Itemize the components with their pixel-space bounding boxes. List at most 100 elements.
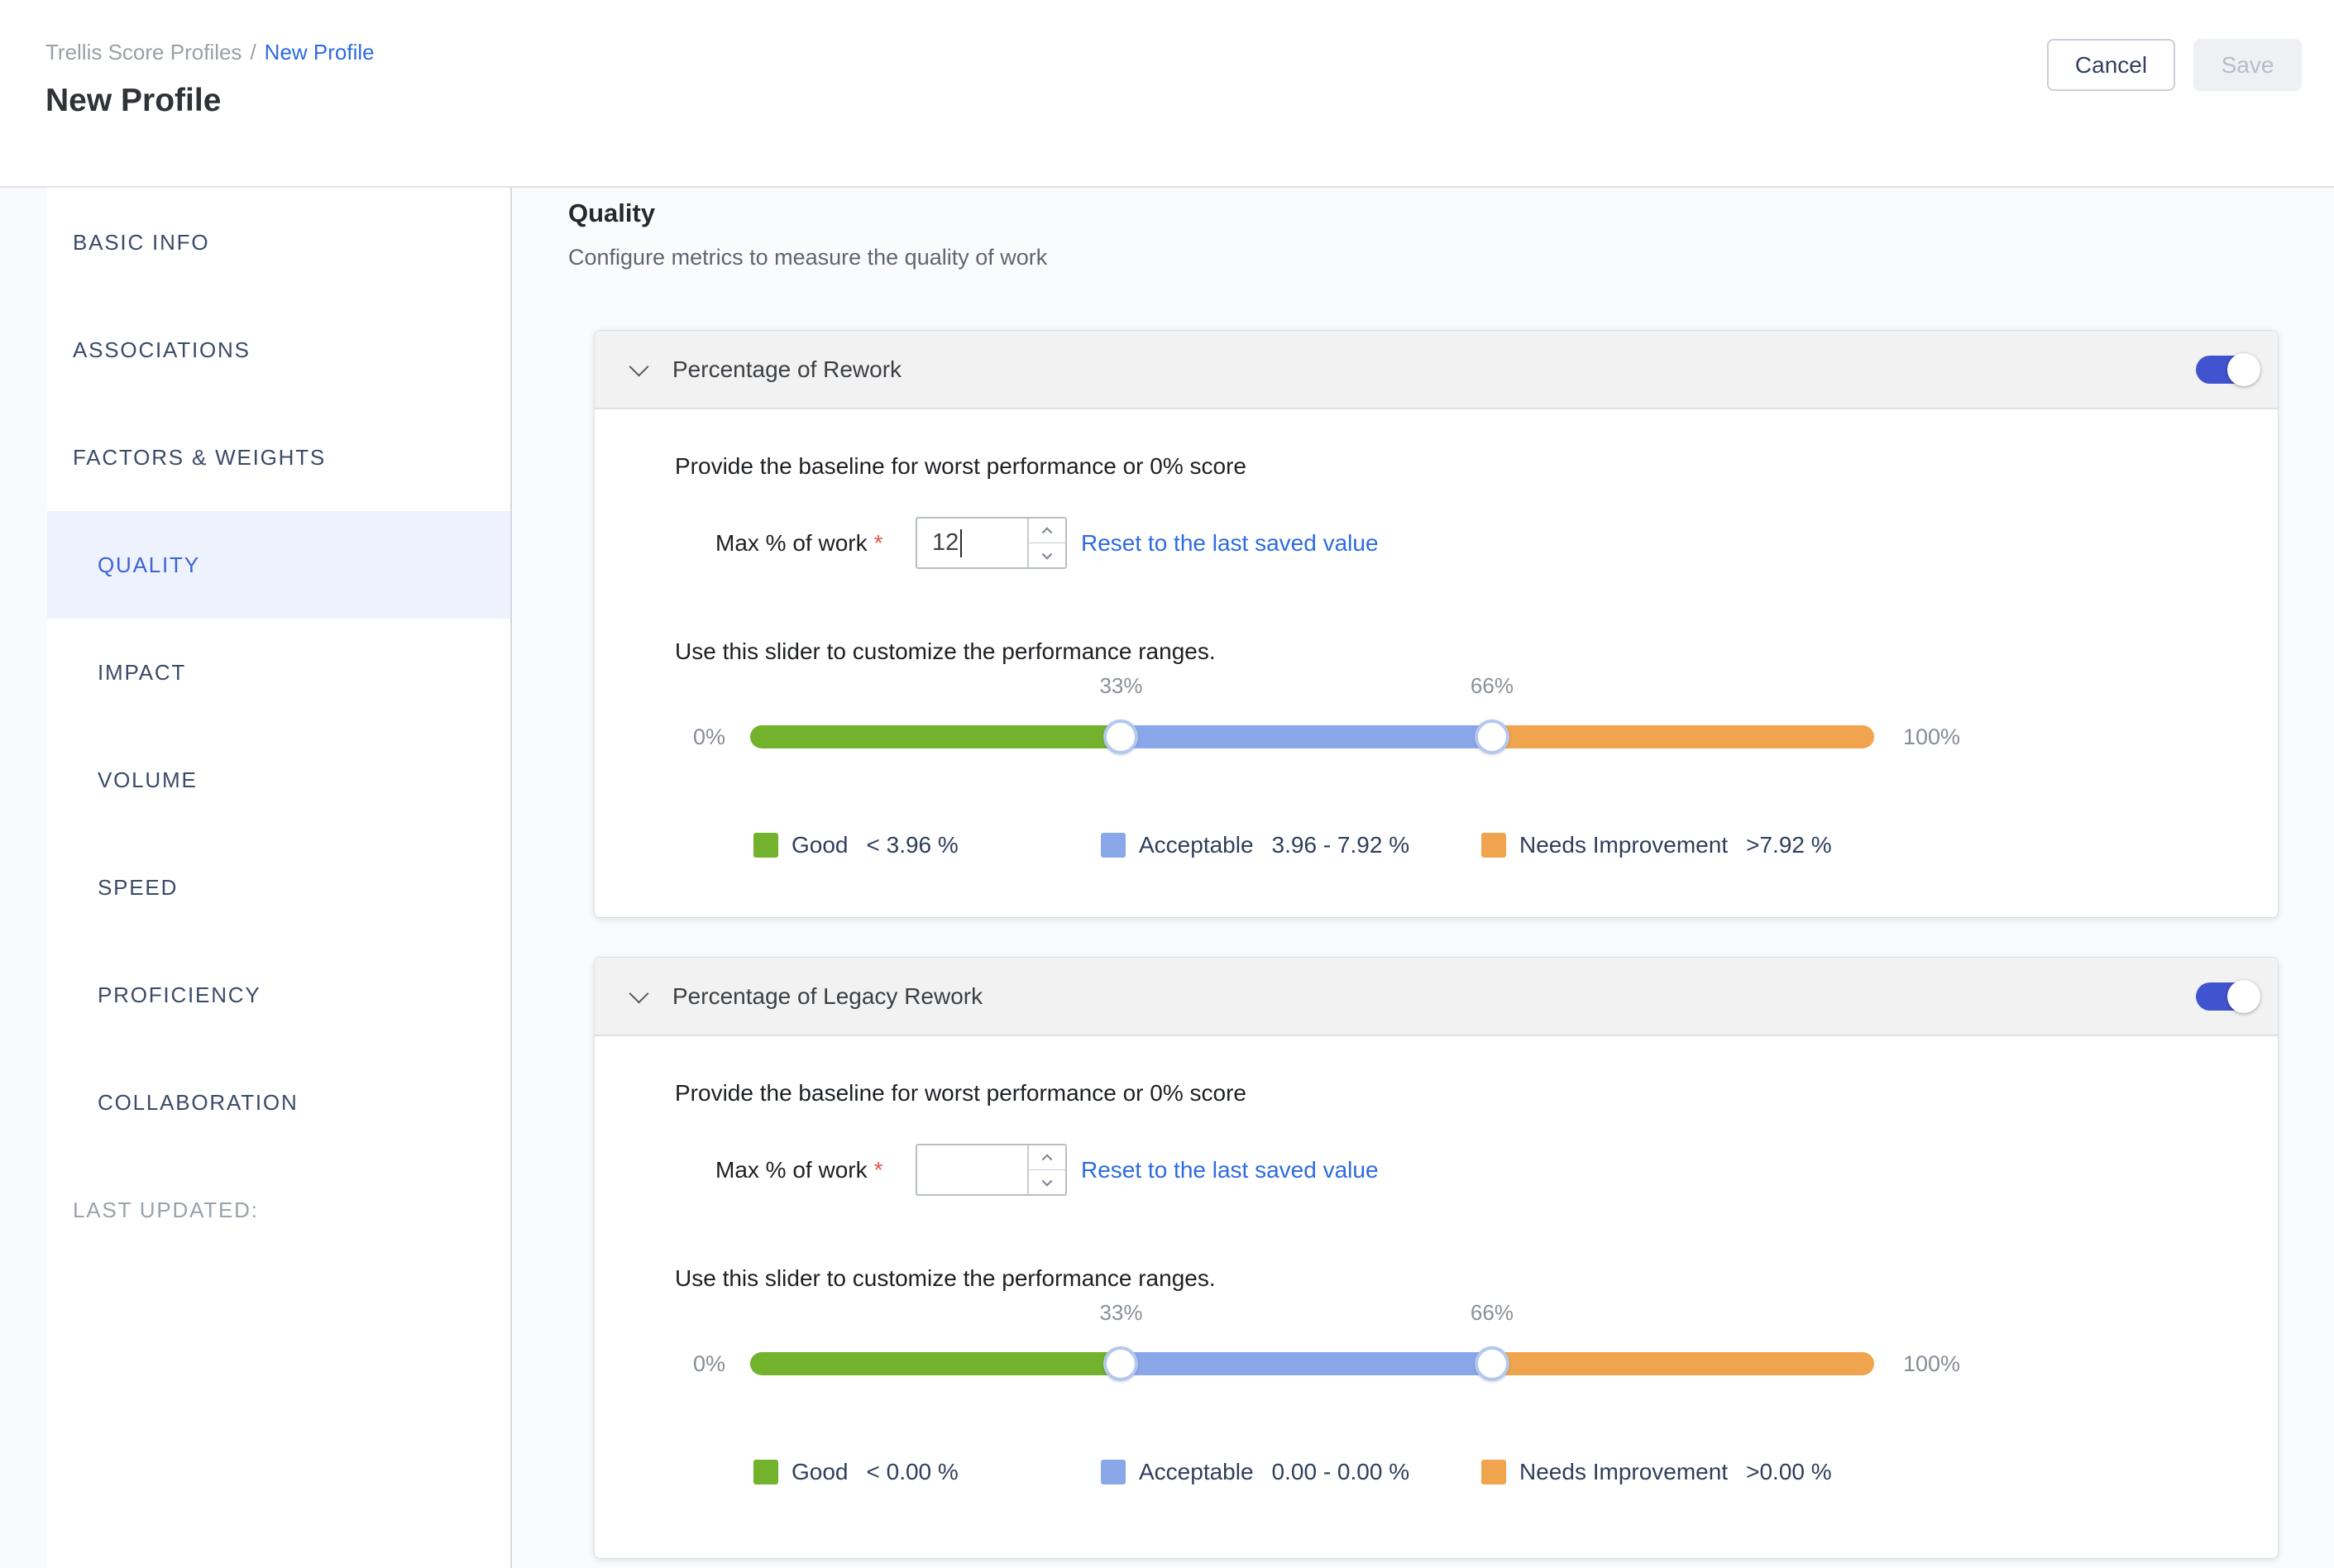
sidebar-item-text: FACTORS & WEIGHTS (73, 445, 326, 471)
reset-last-saved-link[interactable]: Reset to the last saved value (1081, 517, 1379, 569)
spinner-up-button[interactable] (1029, 519, 1065, 543)
sidebar-item-quality[interactable]: QUALITY (47, 511, 510, 619)
legend-name: Needs Improvement (1519, 832, 1728, 858)
legend-item: Good < 0.00 % (753, 1459, 1101, 1485)
slider-min-label: 0% (644, 725, 725, 748)
legend-color-swatch (753, 833, 778, 858)
slider-segment-acceptable (1121, 725, 1491, 748)
chevron-up-icon (1042, 527, 1053, 538)
legend-name: Needs Improvement (1519, 1459, 1728, 1485)
sidebar-item-text: LAST UPDATED: (73, 1198, 259, 1223)
sidebar-item-impact[interactable]: IMPACT (47, 619, 510, 726)
slider-handle-1[interactable] (1103, 719, 1138, 754)
header-actions: Cancel Save (2047, 39, 2302, 91)
left-gutter (0, 188, 47, 1568)
legend-item: Needs Improvement >0.00 % (1481, 1459, 1832, 1485)
slider-segment-good (750, 1352, 1121, 1375)
slider-handle1-label: 33% (1099, 673, 1142, 699)
sidebar-item-factors-weights[interactable]: FACTORS & WEIGHTS (47, 404, 510, 511)
cancel-button[interactable]: Cancel (2047, 39, 2175, 91)
legend-name: Good (792, 832, 849, 858)
sidebar-item-text: SPEED (98, 875, 178, 901)
max-percent-label: Max % of work* (715, 1144, 883, 1196)
sidebar-item-collaboration[interactable]: COLLABORATION (47, 1049, 510, 1156)
legend-range-value: 0.00 - 0.00 % (1272, 1459, 1410, 1485)
sidebar-item-text: IMPACT (98, 660, 186, 686)
metric-enabled-toggle[interactable] (2196, 982, 2257, 1011)
performance-legend: Good < 3.96 % Acceptable 3.96 - 7.92 % N… (753, 832, 1832, 858)
sidebar-nav-list: BASIC INFO ASSOCIATIONS FACTORS & WEIGHTS Q… (47, 188, 510, 1264)
slider-max-label: 100% (1903, 725, 1960, 748)
slider-handle2-label: 66% (1471, 1300, 1514, 1326)
sidebar-item-text: ASSOCIATIONS (73, 337, 251, 363)
slider-handle-1[interactable] (1103, 1346, 1138, 1381)
sidebar-item-basic-info[interactable]: BASIC INFO (47, 189, 510, 296)
legend-range-value: < 3.96 % (867, 832, 959, 858)
legend-item: Good < 3.96 % (753, 832, 1101, 858)
legend-range-value: >7.92 % (1746, 832, 1832, 858)
save-button[interactable]: Save (2193, 39, 2302, 91)
breadcrumb-root-link[interactable]: Trellis Score Profiles (45, 40, 242, 65)
sidebar-item-text: PROFICIENCY (98, 982, 261, 1008)
legend-color-swatch (1101, 833, 1126, 858)
legend-name: Acceptable (1139, 832, 1254, 858)
sidebar-item-speed[interactable]: SPEED (47, 834, 510, 941)
section-subtitle: Configure metrics to measure the quality… (568, 245, 1047, 270)
max-percent-input[interactable] (916, 1144, 1067, 1196)
max-percent-input[interactable]: 12 (916, 517, 1067, 569)
sidebar-item-proficiency[interactable]: PROFICIENCY (47, 941, 510, 1049)
performance-range-slider-track (750, 725, 1874, 748)
slider-handle2-label: 66% (1471, 673, 1514, 699)
reset-last-saved-link[interactable]: Reset to the last saved value (1081, 1144, 1379, 1196)
metric-card-header[interactable]: Percentage of Legacy Rework (595, 958, 2278, 1036)
slider-caption: Use this slider to customize the perform… (675, 1265, 1216, 1292)
required-asterisk: * (874, 530, 883, 556)
slider-handle-2[interactable] (1475, 1346, 1509, 1381)
slider-segment-needs-improvement (1492, 725, 1874, 748)
spinner-down-button[interactable] (1029, 1170, 1065, 1194)
main-content: Quality Configure metrics to measure the… (512, 188, 2334, 1568)
performance-legend: Good < 0.00 % Acceptable 0.00 - 0.00 % N… (753, 1459, 1832, 1485)
legend-color-swatch (1101, 1460, 1126, 1484)
performance-range-slider-track (750, 1352, 1874, 1375)
metric-enabled-toggle[interactable] (2196, 356, 2257, 384)
sidebar-item-text: VOLUME (98, 767, 198, 793)
toggle-knob (2227, 980, 2260, 1013)
number-spinner (1027, 519, 1065, 567)
slider-handle-2[interactable] (1475, 719, 1509, 754)
required-asterisk: * (874, 1157, 883, 1183)
metric-card-header[interactable]: Percentage of Rework (595, 331, 2278, 409)
spinner-down-button[interactable] (1029, 543, 1065, 567)
legend-range-value: < 0.00 % (867, 1459, 959, 1485)
sidebar-item-text: QUALITY (98, 552, 200, 578)
slider-handle1-label: 33% (1099, 1300, 1142, 1326)
legend-color-swatch (1481, 833, 1506, 858)
legend-item: Needs Improvement >7.92 % (1481, 832, 1832, 858)
toggle-knob (2227, 353, 2260, 386)
text-caret (960, 529, 962, 557)
sidebar-item-associations[interactable]: ASSOCIATIONS (47, 296, 510, 404)
max-percent-row: Max % of work* 12 Reset to the last save… (595, 517, 2278, 569)
metric-card-title: Percentage of Legacy Rework (672, 983, 983, 1010)
number-spinner (1027, 1145, 1065, 1194)
baseline-caption: Provide the baseline for worst performan… (675, 453, 1246, 480)
sidebar-item-volume[interactable]: VOLUME (47, 726, 510, 834)
metric-card: Percentage of Legacy Rework Provide the … (594, 957, 2279, 1559)
legend-item: Acceptable 3.96 - 7.92 % (1101, 832, 1481, 858)
legend-color-swatch (1481, 1460, 1506, 1484)
chevron-down-icon (629, 356, 648, 376)
chevron-down-icon (629, 983, 648, 1003)
max-percent-label: Max % of work* (715, 517, 883, 569)
slider-min-label: 0% (644, 1352, 725, 1375)
sidebar-item-text: COLLABORATION (98, 1090, 299, 1116)
section-title: Quality (568, 198, 655, 228)
slider-max-label: 100% (1903, 1352, 1960, 1375)
spinner-up-button[interactable] (1029, 1145, 1065, 1170)
breadcrumb-current-link[interactable]: New Profile (265, 40, 375, 65)
sidebar-last-updated-label: LAST UPDATED: (47, 1156, 510, 1264)
breadcrumb-separator: / (250, 40, 256, 65)
legend-range-value: 3.96 - 7.92 % (1272, 832, 1410, 858)
page-title: New Profile (45, 83, 221, 119)
slider-segment-needs-improvement (1492, 1352, 1874, 1375)
slider-caption: Use this slider to customize the perform… (675, 638, 1216, 665)
